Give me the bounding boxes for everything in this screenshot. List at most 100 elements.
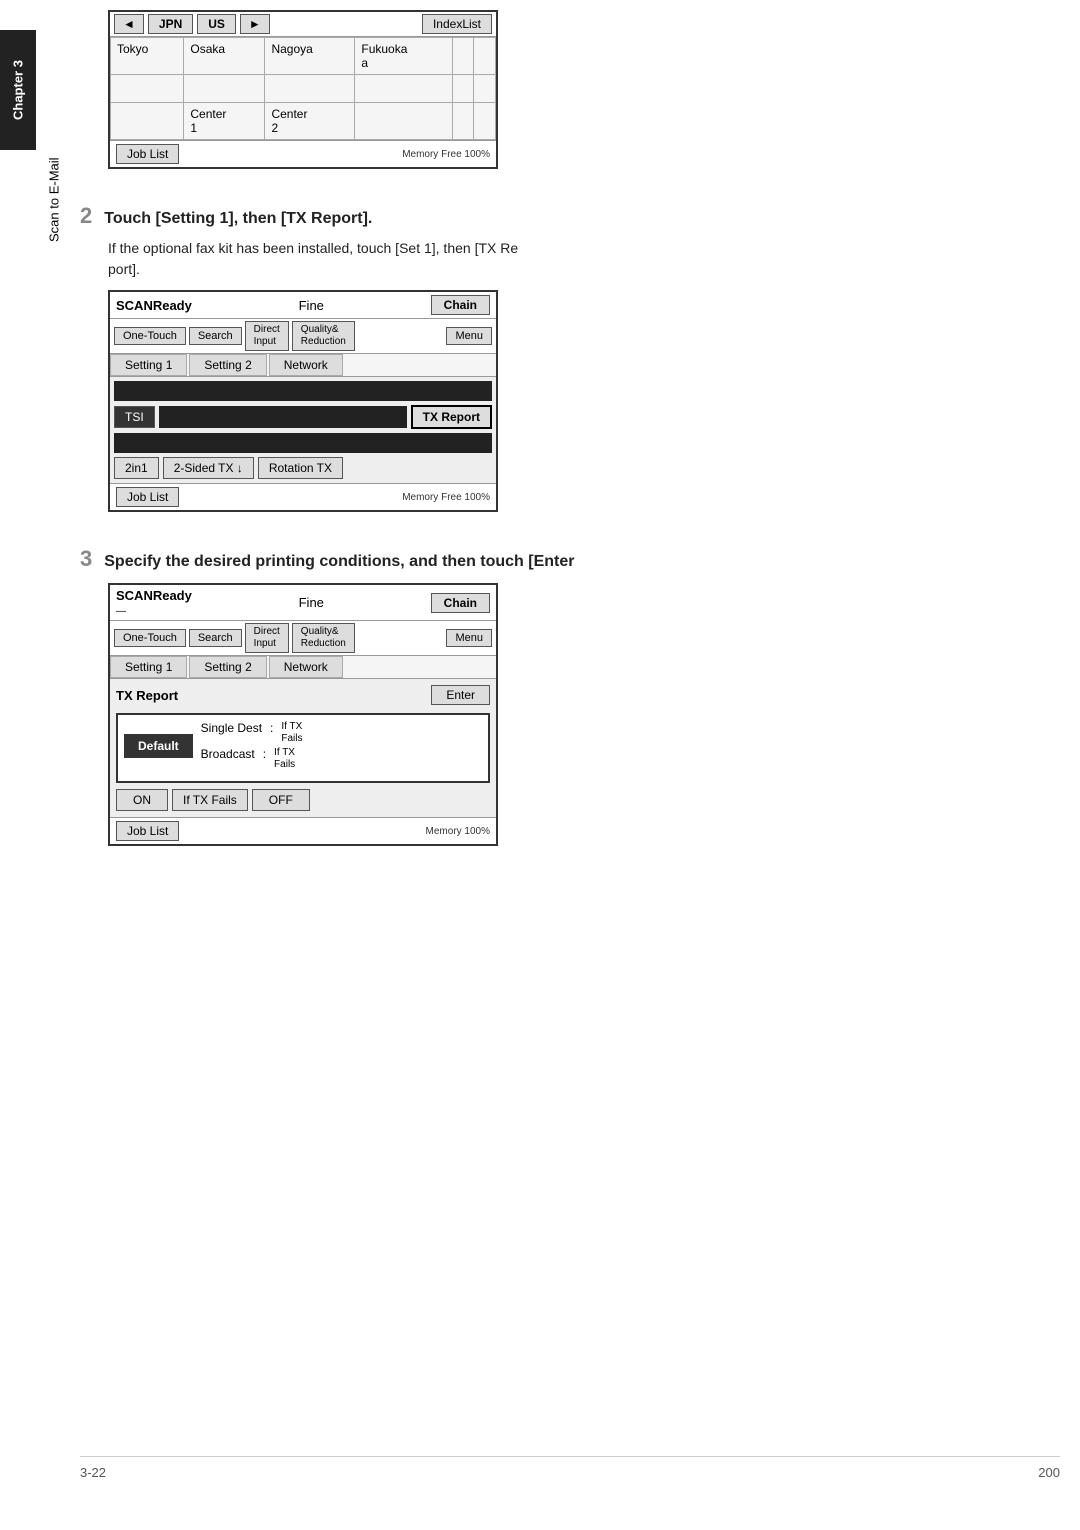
step3-header: 3 Specify the desired printing condition… xyxy=(80,530,1050,577)
screen1-header: SCANReady Fine Chain xyxy=(110,292,496,319)
screen2-tab-setting2[interactable]: Setting 2 xyxy=(189,656,266,678)
screen1-tx-report-btn[interactable]: TX Report xyxy=(411,405,492,429)
step2-block: 2 Touch [Setting 1], then [TX Report]. I… xyxy=(80,187,1050,280)
screen0-memory: Memory Free 100% xyxy=(402,149,490,160)
cell-r2c1 xyxy=(111,75,184,103)
screen2-memory: Memory 100% xyxy=(426,826,490,837)
cell-fukuoka[interactable]: Fukuokaa xyxy=(355,38,453,75)
step2-text: Touch [Setting 1], then [TX Report]. xyxy=(104,210,372,228)
screen2-if-tx-fails2: If TXFails xyxy=(274,747,295,771)
cell-osaka[interactable]: Osaka xyxy=(184,38,265,75)
screen1-tabs: Setting 1 Setting 2 Network xyxy=(110,354,496,377)
screen1-tsi-btn[interactable]: TSI xyxy=(114,406,155,428)
screen2-direct-input-btn[interactable]: DirectInput xyxy=(245,623,289,653)
table-row: Center1 Center2 xyxy=(111,103,496,140)
nav-next-btn[interactable]: ► xyxy=(240,14,270,34)
screen2-onoff-row: ON If TX Fails OFF xyxy=(116,789,490,811)
screen1-rotation-btn[interactable]: Rotation TX xyxy=(258,457,343,479)
screen2-tab-setting1[interactable]: Setting 1 xyxy=(110,656,187,678)
screen1-2in1-btn[interactable]: 2in1 xyxy=(114,457,159,479)
cell-center1[interactable]: Center1 xyxy=(184,103,265,140)
screen1-search-btn[interactable]: Search xyxy=(189,327,242,345)
screen2-colon1: : xyxy=(270,721,273,745)
screen2-indicator: — xyxy=(116,606,126,617)
screen2-default-btn[interactable]: Default xyxy=(124,734,193,758)
screen0-bottombar: Job List Memory Free 100% xyxy=(110,140,496,167)
scan-to-email-label: Scan to E-Mail xyxy=(42,100,66,300)
screen1-direct-input-btn[interactable]: DirectInput xyxy=(245,321,289,351)
footer-page-right: 200 xyxy=(1038,1465,1060,1480)
screen1-tsi-row: TSI TX Report xyxy=(114,405,492,429)
screen1-container: SCANReady Fine Chain One-Touch Search Di… xyxy=(108,290,1050,512)
screen2-content: TX Report Enter Default Single Dest : If… xyxy=(110,679,496,817)
screen2-if-tx-btn[interactable]: If TX Fails xyxy=(172,789,248,811)
screen2-enter-btn[interactable]: Enter xyxy=(431,685,490,705)
screen1-tab-setting2[interactable]: Setting 2 xyxy=(189,354,266,376)
screen0-topbar: ◄ JPN US ► IndexList xyxy=(110,12,496,37)
cell-r2c5 xyxy=(452,75,473,103)
cell-r2c2 xyxy=(184,75,265,103)
cell-empty2 xyxy=(474,38,496,75)
screen1-dark-row1 xyxy=(114,381,492,401)
screen1-status: SCANReady xyxy=(116,298,192,313)
screen1-dark-row2 xyxy=(114,433,492,453)
screen2-on-btn[interactable]: ON xyxy=(116,789,168,811)
screen1-menu-btn[interactable]: Menu xyxy=(446,327,492,345)
step3-block: 3 Specify the desired printing condition… xyxy=(80,530,1050,577)
table-row: Tokyo Osaka Nagoya Fukuokaa xyxy=(111,38,496,75)
index-list-btn[interactable]: IndexList xyxy=(422,14,492,34)
screen1-one-touch-btn[interactable]: One-Touch xyxy=(114,327,186,345)
screen2-mode: Fine xyxy=(299,595,324,610)
cell-r3c1 xyxy=(111,103,184,140)
chapter-tab: Chapter 3 xyxy=(0,30,36,150)
jpn-btn[interactable]: JPN xyxy=(148,14,193,34)
cell-r2c3 xyxy=(265,75,355,103)
screen2-chain-btn[interactable]: Chain xyxy=(431,593,490,613)
screen2: SCANReady — Fine Chain One-Touch Search … xyxy=(108,583,498,846)
screen0-container: ◄ JPN US ► IndexList Tokyo Osaka Nagoya … xyxy=(108,10,1050,169)
screen1-tab-setting1[interactable]: Setting 1 xyxy=(110,354,187,376)
screen2-tab-network[interactable]: Network xyxy=(269,656,343,678)
screen2-menu-btn[interactable]: Menu xyxy=(446,629,492,647)
screen2-off-btn[interactable]: OFF xyxy=(252,789,310,811)
screen1-mode: Fine xyxy=(299,298,324,313)
cell-r2c6 xyxy=(474,75,496,103)
nav-prev-btn[interactable]: ◄ xyxy=(114,14,144,34)
screen1-quality-btn[interactable]: Quality&Reduction xyxy=(292,321,355,351)
screen1-chain-btn[interactable]: Chain xyxy=(431,295,490,315)
cell-tokyo[interactable]: Tokyo xyxy=(111,38,184,75)
cell-r3c6 xyxy=(474,103,496,140)
screen1-joblist-btn[interactable]: Job List xyxy=(116,487,179,507)
screen2-default-row: Default Single Dest : If TXFails Broadca… xyxy=(124,721,482,771)
screen1-buttons: One-Touch Search DirectInput Quality&Red… xyxy=(110,319,496,354)
screen1-bottom-row: 2in1 2-Sided TX ↓ Rotation TX xyxy=(114,457,492,479)
screen1-tab-network[interactable]: Network xyxy=(269,354,343,376)
screen2-joblist-btn[interactable]: Job List xyxy=(116,821,179,841)
screen1: SCANReady Fine Chain One-Touch Search Di… xyxy=(108,290,498,512)
screen2-single-dest: Single Dest xyxy=(201,721,262,745)
screen0-joblist-btn[interactable]: Job List xyxy=(116,144,179,164)
screen2-broadcast: Broadcast xyxy=(201,747,255,771)
cell-center2[interactable]: Center2 xyxy=(265,103,355,140)
screen1-bottombar: Job List Memory Free 100% xyxy=(110,483,496,510)
screen1-2sided-btn[interactable]: 2-Sided TX ↓ xyxy=(163,457,254,479)
screen2-status: SCANReady xyxy=(116,588,192,603)
cell-nagoya[interactable]: Nagoya xyxy=(265,38,355,75)
screen2-bottombar: Job List Memory 100% xyxy=(110,817,496,844)
cell-r3c4 xyxy=(355,103,453,140)
screen2-one-touch-btn[interactable]: One-Touch xyxy=(114,629,186,647)
us-btn[interactable]: US xyxy=(197,14,236,34)
screen2-container: SCANReady — Fine Chain One-Touch Search … xyxy=(108,583,1050,846)
step2-header: 2 Touch [Setting 1], then [TX Report]. xyxy=(80,187,1050,234)
screen1-content: TSI TX Report 2in1 2-Sided TX ↓ Rotation… xyxy=(110,377,496,483)
screen2-title-row: TX Report Enter xyxy=(116,685,490,705)
screen2-search-btn[interactable]: Search xyxy=(189,629,242,647)
page-footer: 3-22 200 xyxy=(80,1456,1060,1480)
screen2-tx-report-title: TX Report xyxy=(116,688,178,703)
screen2-header: SCANReady — Fine Chain xyxy=(110,585,496,621)
cell-r2c4 xyxy=(355,75,453,103)
screen2-buttons: One-Touch Search DirectInput Quality&Red… xyxy=(110,621,496,656)
screen2-quality-btn[interactable]: Quality&Reduction xyxy=(292,623,355,653)
screen2-options-text: Single Dest : If TXFails Broadcast : If … xyxy=(201,721,303,771)
step3-number: 3 xyxy=(80,546,92,572)
